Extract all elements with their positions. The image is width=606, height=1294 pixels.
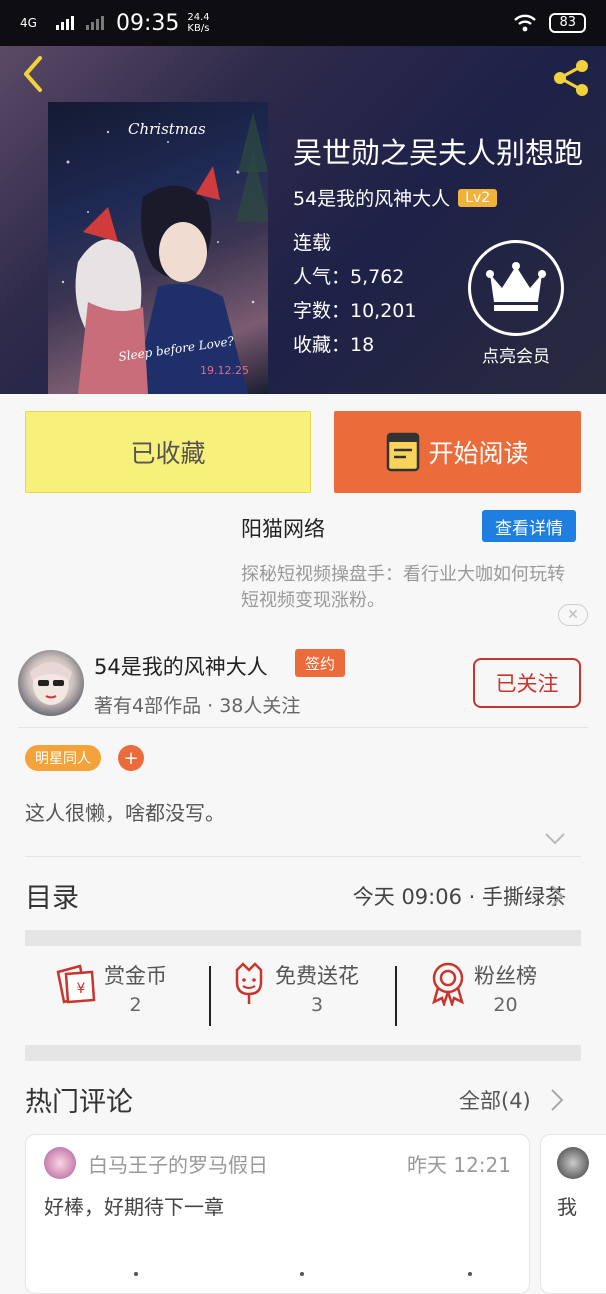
chevron-down-icon[interactable]	[544, 832, 566, 846]
book-word-count: 字数：10,201	[293, 300, 417, 322]
divider	[395, 966, 397, 1026]
book-status: 连载	[293, 232, 332, 254]
back-arrow-icon[interactable]	[18, 54, 48, 94]
book-icon	[387, 432, 420, 472]
book-cover[interactable]: Christmas Sleep before Love? 19.12.25	[48, 102, 268, 394]
clock: 09:35	[116, 10, 180, 36]
commenter-avatar[interactable]	[557, 1147, 589, 1179]
all-comments-link[interactable]: 全部(4)	[459, 1085, 531, 1115]
network-speed: 24.4 KB/s	[187, 12, 209, 34]
share-icon[interactable]	[550, 56, 594, 100]
comment-card[interactable]: 白马王子的罗马假日 昨天 12:21 好棒，好期待下一章	[25, 1134, 530, 1294]
page-dot	[134, 1272, 138, 1276]
chevron-right-icon[interactable]	[550, 1088, 564, 1112]
comment-text: 好棒，好期待下一章	[44, 1195, 224, 1219]
network-indicator: 4G	[20, 16, 37, 30]
send-flower-label: 免费送花	[275, 964, 359, 988]
ad-title[interactable]: 阳猫网络	[241, 513, 325, 543]
cover-date: 19.12.25	[200, 364, 249, 377]
latest-chapter[interactable]: 今天 09:06 · 手撕绿茶	[353, 881, 566, 911]
ad-detail-button[interactable]: 查看详情	[482, 510, 576, 542]
start-reading-button[interactable]: 开始阅读	[334, 411, 581, 493]
ad-close-button[interactable]: ✕	[558, 604, 588, 626]
book-header: Christmas Sleep before Love? 19.12.25 吴世…	[0, 46, 606, 394]
following-button[interactable]: 已关注	[473, 658, 581, 708]
divider	[25, 856, 581, 857]
reward-coins-label: 赏金币	[104, 964, 167, 988]
flower-icon	[235, 962, 263, 1004]
crown-icon	[486, 262, 546, 311]
divider	[18, 727, 588, 728]
start-reading-label: 开始阅读	[428, 439, 529, 468]
send-flower-button[interactable]: 免费送花 3	[229, 960, 359, 1030]
speed-value: 24.4	[187, 12, 210, 23]
catalog-title[interactable]: 目录	[25, 876, 79, 915]
signal-icon-2	[86, 16, 104, 30]
page-dot	[300, 1272, 304, 1276]
author-bio: 这人很懒，啥都没写。	[25, 801, 225, 825]
comment-text: 我	[557, 1195, 577, 1219]
cover-title-text: Christmas	[128, 120, 206, 138]
author-stats: 著有4部作品 · 38人关注	[94, 695, 301, 717]
svg-text:¥: ¥	[77, 981, 86, 997]
collected-button[interactable]: 已收藏	[25, 411, 311, 493]
divider	[209, 966, 211, 1026]
section-separator	[25, 930, 581, 946]
member-badge[interactable]: 点亮会员	[466, 240, 566, 370]
author-avatar[interactable]	[18, 650, 84, 716]
flower-count: 3	[310, 994, 324, 1016]
fan-ranking-label: 粉丝榜	[474, 964, 537, 988]
battery-indicator: 83	[549, 13, 586, 33]
hot-comments-title: 热门评论	[25, 1087, 133, 1118]
book-author-line: 54是我的风神大人 Lv2	[293, 184, 498, 211]
book-title: 吴世勋之吴夫人别想跑	[293, 136, 584, 170]
fan-ranking-button[interactable]: 粉丝榜 20	[428, 960, 537, 1030]
signed-badge: 签约	[295, 649, 345, 677]
section-separator	[25, 1045, 581, 1061]
book-author[interactable]: 54是我的风神大人	[293, 184, 450, 211]
reward-coins-count: 2	[129, 994, 142, 1016]
ad-description[interactable]: 探秘短视频操盘手：看行业大咖如何玩转短视频变现涨粉。	[241, 562, 581, 614]
status-bar: 4G 09:35 24.4 KB/s 83	[0, 0, 606, 46]
chevron-right-icon[interactable]	[550, 884, 564, 908]
member-label: 点亮会员	[482, 347, 550, 367]
book-favorites: 收藏：18	[293, 334, 375, 356]
level-badge: Lv2	[458, 188, 498, 207]
crown-circle	[468, 240, 564, 336]
reward-coin-icon: ¥	[56, 964, 96, 1004]
comment-time: 昨天 12:21	[407, 1153, 511, 1177]
avatar-illustration	[30, 662, 72, 705]
commenter-avatar[interactable]	[44, 1147, 76, 1179]
add-tag-button[interactable]: +	[118, 745, 144, 771]
book-popularity: 人气：5,762	[293, 266, 405, 288]
reward-coins-button[interactable]: ¥ 赏金币 2	[52, 960, 167, 1030]
commenter-name[interactable]: 白马王子的罗马假日	[88, 1149, 268, 1178]
wifi-icon	[514, 14, 537, 32]
author-name[interactable]: 54是我的风神大人	[94, 651, 268, 681]
signal-icon	[56, 16, 74, 30]
speed-unit: KB/s	[187, 23, 210, 34]
medal-icon	[432, 962, 464, 1006]
page-dot	[468, 1272, 472, 1276]
genre-tag[interactable]: 明星同人	[25, 745, 101, 771]
fan-count: 20	[493, 994, 518, 1016]
comment-card[interactable]: 我	[540, 1134, 606, 1294]
